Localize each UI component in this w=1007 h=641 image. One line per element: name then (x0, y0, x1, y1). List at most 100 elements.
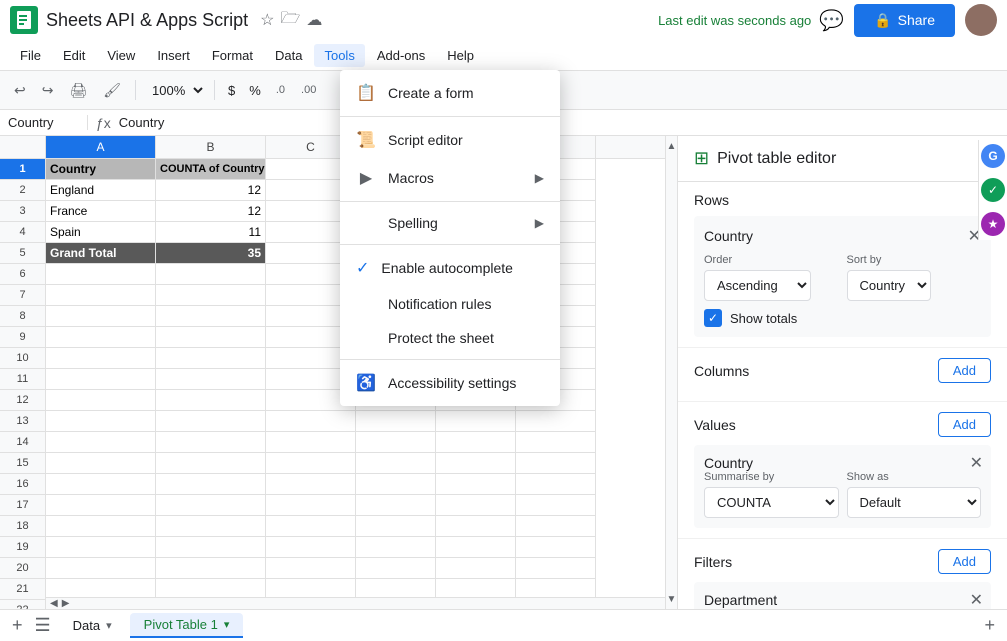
cell-b1[interactable]: COUNTA of Country (156, 159, 266, 180)
pivot-values-section: Values Add Country ✕ Summarise by COUNTA… (678, 402, 1007, 539)
sortby-select[interactable]: Country (847, 270, 931, 301)
paint-format-button[interactable]: 🖌 (97, 78, 127, 103)
menu-view[interactable]: View (97, 44, 145, 67)
row-num-15: 15 (0, 453, 46, 474)
menu-edit[interactable]: Edit (53, 44, 95, 67)
print-button[interactable]: 🖨 (63, 78, 93, 103)
lock-icon: 🔒 (874, 12, 891, 29)
summarise-label: Summarise by (704, 471, 839, 483)
script-icon: 📜 (356, 130, 376, 150)
table-row (46, 474, 665, 495)
menu-protect-sheet[interactable]: Protect the sheet (340, 321, 560, 355)
share-button[interactable]: 🔒 Share (854, 4, 955, 37)
zoom-select[interactable]: 100% (144, 80, 206, 101)
spelling-label: Spelling (388, 215, 523, 231)
pivot-values-card-close-button[interactable]: ✕ (970, 453, 983, 473)
summarise-select[interactable]: COUNTA COUNT SUM (704, 487, 839, 518)
pivot-values-add-button[interactable]: Add (938, 412, 991, 437)
col-header-a[interactable]: A (46, 136, 156, 158)
menu-insert[interactable]: Insert (147, 44, 200, 67)
dropdown-sep-4 (340, 359, 560, 360)
pivot-values-header: Values Add (694, 412, 991, 437)
row-num-6: 6 (0, 264, 46, 285)
table-row (46, 411, 665, 432)
google-contacts-icon[interactable]: ★ (981, 212, 1005, 236)
google-calendar-icon[interactable]: G (981, 144, 1005, 168)
cell-a2[interactable]: England (46, 180, 156, 201)
menu-tools[interactable]: Tools (314, 44, 364, 67)
pivot-values-card-title: Country (704, 455, 753, 471)
star-icon[interactable]: ☆ (260, 10, 274, 30)
pivot-editor-title: Pivot table editor (717, 150, 976, 168)
cell-b5[interactable]: 35 (156, 243, 266, 264)
show-as-label: Show as (847, 471, 982, 483)
pivot-table-icon: ⊞ (694, 148, 709, 169)
menu-enable-autocomplete[interactable]: ✓ Enable autocomplete (340, 249, 560, 287)
script-editor-label: Script editor (388, 132, 463, 148)
cell-a4[interactable]: Spain (46, 222, 156, 243)
google-tasks-icon[interactable]: ✓ (981, 178, 1005, 202)
cell-a5[interactable]: Grand Total (46, 243, 156, 264)
folder-icon[interactable]: 🗁 (280, 7, 300, 34)
scroll-down-icon[interactable]: ▼ (666, 589, 677, 609)
order-col: Order Ascending Descending (704, 254, 839, 301)
macros-icon: ▶ (356, 168, 376, 188)
show-as-select[interactable]: Default % of row % of column (847, 487, 982, 518)
pivot-filters-add-button[interactable]: Add (938, 549, 991, 574)
row-num-13: 13 (0, 411, 46, 432)
tab-bar: + ☰ Data ▾ Pivot Table 1 ▾ + (0, 609, 1007, 641)
cell-b3[interactable]: 12 (156, 201, 266, 222)
add-sheet-button[interactable]: + (8, 613, 27, 638)
horizontal-scrollbar[interactable]: ◀ ▶ (46, 597, 665, 609)
show-totals-checkbox[interactable]: ✓ (704, 309, 722, 327)
cell-b4[interactable]: 11 (156, 222, 266, 243)
pivot-columns-add-button[interactable]: Add (938, 358, 991, 383)
row-num-11: 11 (0, 369, 46, 390)
vertical-scrollbar[interactable]: ▲ ▼ (665, 136, 677, 609)
percent-button[interactable]: % (244, 81, 266, 100)
row-num-2: 2 (0, 180, 46, 201)
menu-script-editor[interactable]: 📜 Script editor (340, 121, 560, 159)
menu-help[interactable]: Help (437, 44, 484, 67)
tab-data[interactable]: Data ▾ (59, 614, 126, 637)
table-row (46, 495, 665, 516)
col-header-b[interactable]: B (156, 136, 266, 158)
dec-places-button[interactable]: .0 (270, 80, 291, 100)
cell-b2[interactable]: 12 (156, 180, 266, 201)
scroll-up-icon[interactable]: ▲ (666, 136, 677, 156)
cloud-icon[interactable]: ☁ (306, 10, 322, 30)
spreadsheet-body: 1 2 3 4 5 6 7 8 9 10 11 12 13 14 15 16 1… (0, 159, 665, 609)
tab-add-button[interactable]: + (980, 613, 999, 638)
menu-format[interactable]: Format (202, 44, 263, 67)
menu-data[interactable]: Data (265, 44, 312, 67)
tab-pivot-table-1[interactable]: Pivot Table 1 ▾ (130, 613, 244, 638)
cell-a3[interactable]: France (46, 201, 156, 222)
sep1 (135, 80, 136, 100)
filter-status-label: Status (704, 608, 981, 609)
pivot-rows-title: Rows (694, 192, 729, 208)
menu-spelling[interactable]: Spelling ▶ (340, 206, 560, 240)
row-num-1: 1 (0, 159, 46, 180)
menu-accessibility[interactable]: ♿ Accessibility settings (340, 364, 560, 402)
menu-notification-rules[interactable]: Notification rules (340, 287, 560, 321)
cell-a1[interactable]: Country (46, 159, 156, 180)
app-title: Sheets API & Apps Script (46, 10, 248, 31)
accessibility-label: Accessibility settings (388, 375, 516, 391)
menu-macros[interactable]: ▶ Macros ▶ (340, 159, 560, 197)
menu-file[interactable]: File (10, 44, 51, 67)
order-select[interactable]: Ascending Descending (704, 270, 811, 301)
pivot-filters-card-close-button[interactable]: ✕ (970, 590, 983, 609)
undo-button[interactable]: ↩ (8, 78, 32, 103)
sheet-list-button[interactable]: ☰ (31, 613, 55, 638)
menu-create-form[interactable]: 📋 Create a form (340, 74, 560, 112)
scroll-right-icon[interactable]: ▶ (62, 598, 70, 609)
pivot-values-card: Country ✕ Summarise by COUNTA COUNT SUM … (694, 445, 991, 528)
currency-button[interactable]: $ (223, 81, 240, 100)
scroll-left-icon[interactable]: ◀ (50, 598, 58, 609)
avatar[interactable] (965, 4, 997, 36)
redo-button[interactable]: ↪ (36, 78, 60, 103)
chat-icon[interactable]: 💬 (819, 8, 844, 33)
menu-addons[interactable]: Add-ons (367, 44, 435, 67)
inc-places-button[interactable]: .00 (295, 80, 322, 100)
row-num-20: 20 (0, 558, 46, 579)
